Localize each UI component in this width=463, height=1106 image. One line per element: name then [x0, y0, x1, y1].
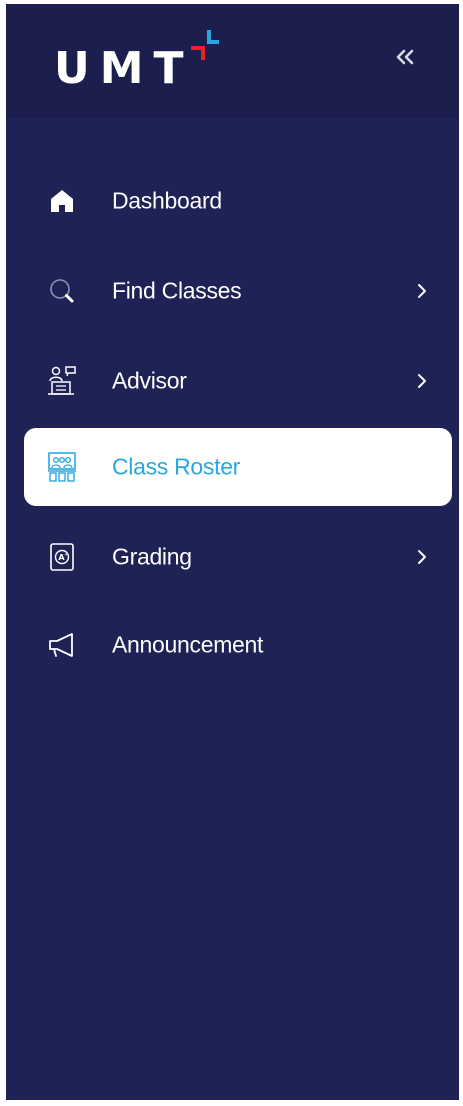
- logo[interactable]: UMT: [54, 30, 222, 94]
- sidebar-item-advisor[interactable]: Advisor: [24, 342, 452, 420]
- chevron-right-icon: [414, 281, 430, 301]
- sidebar-item-class-roster[interactable]: Class Roster: [24, 428, 452, 506]
- sidebar: UMT Dashboard Find Classes Advisor Class…: [6, 4, 459, 1100]
- megaphone-icon: [46, 629, 78, 661]
- class-roster-icon: [46, 451, 78, 483]
- logo-mark-icon: [190, 30, 219, 60]
- logo-text: UMT: [54, 43, 194, 94]
- sidebar-item-dashboard[interactable]: Dashboard: [24, 162, 452, 240]
- home-icon: [46, 185, 78, 217]
- sidebar-item-label: Announcement: [112, 631, 264, 658]
- sidebar-item-label: Dashboard: [112, 187, 222, 214]
- svg-text:+: +: [64, 552, 68, 558]
- chevron-right-icon: [414, 371, 430, 391]
- sidebar-item-find-classes[interactable]: Find Classes: [24, 252, 452, 330]
- double-chevron-left-icon: [396, 49, 414, 65]
- search-icon: [46, 275, 78, 307]
- sidebar-item-label: Find Classes: [112, 277, 242, 304]
- sidebar-item-announcement[interactable]: Announcement: [24, 606, 452, 684]
- collapse-sidebar-button[interactable]: [388, 40, 422, 74]
- sidebar-item-label: Grading: [112, 543, 192, 570]
- sidebar-item-grading[interactable]: A + Grading: [24, 518, 452, 596]
- chevron-right-icon: [414, 547, 430, 567]
- sidebar-item-label: Class Roster: [112, 453, 241, 480]
- sidebar-header: UMT: [6, 4, 459, 118]
- grading-icon: A +: [46, 541, 78, 573]
- advisor-icon: [46, 365, 78, 397]
- sidebar-item-label: Advisor: [112, 367, 187, 394]
